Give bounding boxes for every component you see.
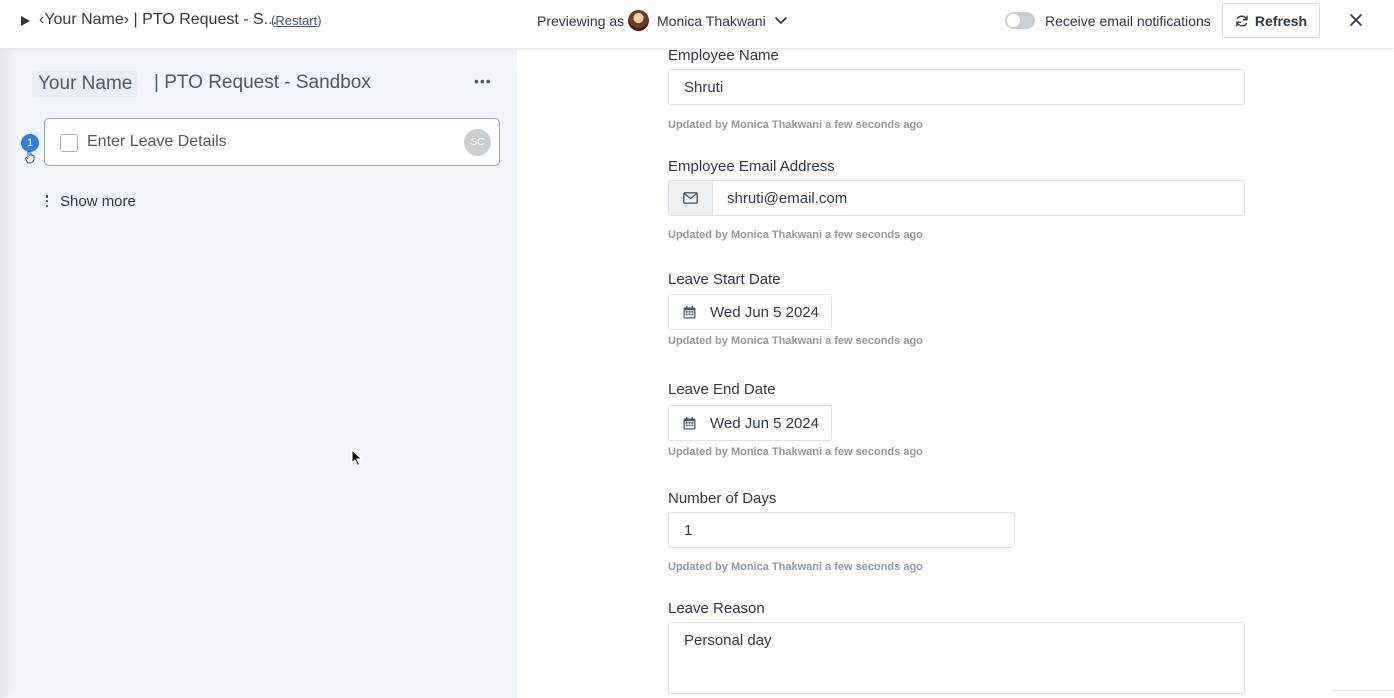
notifications-label: Receive email notifications: [1045, 13, 1211, 29]
task-item-enter-leave-details[interactable]: Enter Leave Details SC: [44, 118, 500, 166]
task-checkbox[interactable]: [60, 134, 78, 152]
previewing-as-label: Previewing as: [537, 13, 625, 29]
top-bar: ‹Your Name› | PTO Request - S... (Restar…: [0, 0, 1394, 49]
employee-name-input[interactable]: Shruti: [668, 69, 1245, 105]
preview-user-name[interactable]: Monica Thakwani: [657, 13, 766, 29]
leave-reason-value: Personal day: [684, 632, 772, 649]
calendar-icon: [683, 306, 696, 319]
play-icon[interactable]: [21, 16, 30, 26]
hand-pointer-icon: [24, 151, 35, 164]
employee-email-label: Employee Email Address: [668, 158, 835, 175]
workflow-title-sidebar: | PTO Request - Sandbox: [154, 72, 371, 93]
employee-name-label: Employee Name: [668, 47, 779, 64]
workflow-title: ‹Your Name› | PTO Request - S...: [39, 11, 278, 28]
leave-end-date-label: Leave End Date: [668, 381, 776, 398]
employee-name-updated: Updated by Monica Thakwani a few seconds…: [668, 119, 923, 131]
email-addon: [669, 181, 713, 215]
leave-reason-textarea[interactable]: Personal day: [668, 622, 1245, 694]
avatar: [628, 10, 649, 31]
number-of-days-input[interactable]: 1: [668, 512, 1015, 548]
scroll-edge: [1330, 690, 1394, 698]
employee-email-value: shruti@email.com: [727, 190, 848, 207]
task-label: Enter Leave Details: [87, 133, 227, 150]
kebab-icon: [44, 194, 50, 208]
panel-shadow: [0, 49, 18, 698]
restart-link[interactable]: (Restart): [271, 13, 322, 28]
refresh-icon: [1236, 14, 1248, 27]
leave-end-date-picker[interactable]: Wed Jun 5 2024: [668, 405, 832, 441]
employee-email-input[interactable]: shruti@email.com: [668, 180, 1245, 216]
leave-start-date-picker[interactable]: Wed Jun 5 2024: [668, 294, 832, 330]
show-more-button[interactable]: Show more: [44, 191, 136, 211]
workflow-sidebar: Your Name | PTO Request - Sandbox ••• 1 …: [0, 49, 517, 698]
mouse-cursor-icon: [351, 449, 363, 467]
refresh-button[interactable]: Refresh: [1222, 3, 1320, 38]
number-of-days-updated: Updated by Monica Thakwani a few seconds…: [668, 561, 923, 573]
employee-name-value: Shruti: [684, 79, 724, 96]
leave-reason-label: Leave Reason: [668, 600, 765, 617]
leave-end-date-updated: Updated by Monica Thakwani a few seconds…: [668, 446, 923, 458]
restart-link-label[interactable]: Restart: [275, 13, 317, 28]
leave-start-date-updated: Updated by Monica Thakwani a few seconds…: [668, 335, 923, 347]
number-of-days-label: Number of Days: [668, 490, 777, 507]
leave-end-date-value: Wed Jun 5 2024: [710, 415, 819, 432]
envelope-icon: [683, 192, 698, 204]
number-of-days-value: 1: [684, 522, 693, 539]
leave-start-date-label: Leave Start Date: [668, 271, 781, 288]
show-more-label: Show more: [60, 192, 136, 210]
chevron-down-icon[interactable]: [774, 13, 788, 27]
leave-start-date-value: Wed Jun 5 2024: [710, 304, 819, 321]
assignee-avatar: SC: [464, 129, 491, 156]
employee-email-updated: Updated by Monica Thakwani a few seconds…: [668, 229, 923, 241]
refresh-button-label: Refresh: [1254, 12, 1308, 29]
calendar-icon: [683, 417, 696, 430]
workflow-name-chip: Your Name: [32, 71, 139, 97]
email-notifications-toggle[interactable]: [1005, 12, 1035, 29]
more-options-icon[interactable]: •••: [474, 74, 491, 90]
close-icon[interactable]: [1347, 11, 1365, 29]
